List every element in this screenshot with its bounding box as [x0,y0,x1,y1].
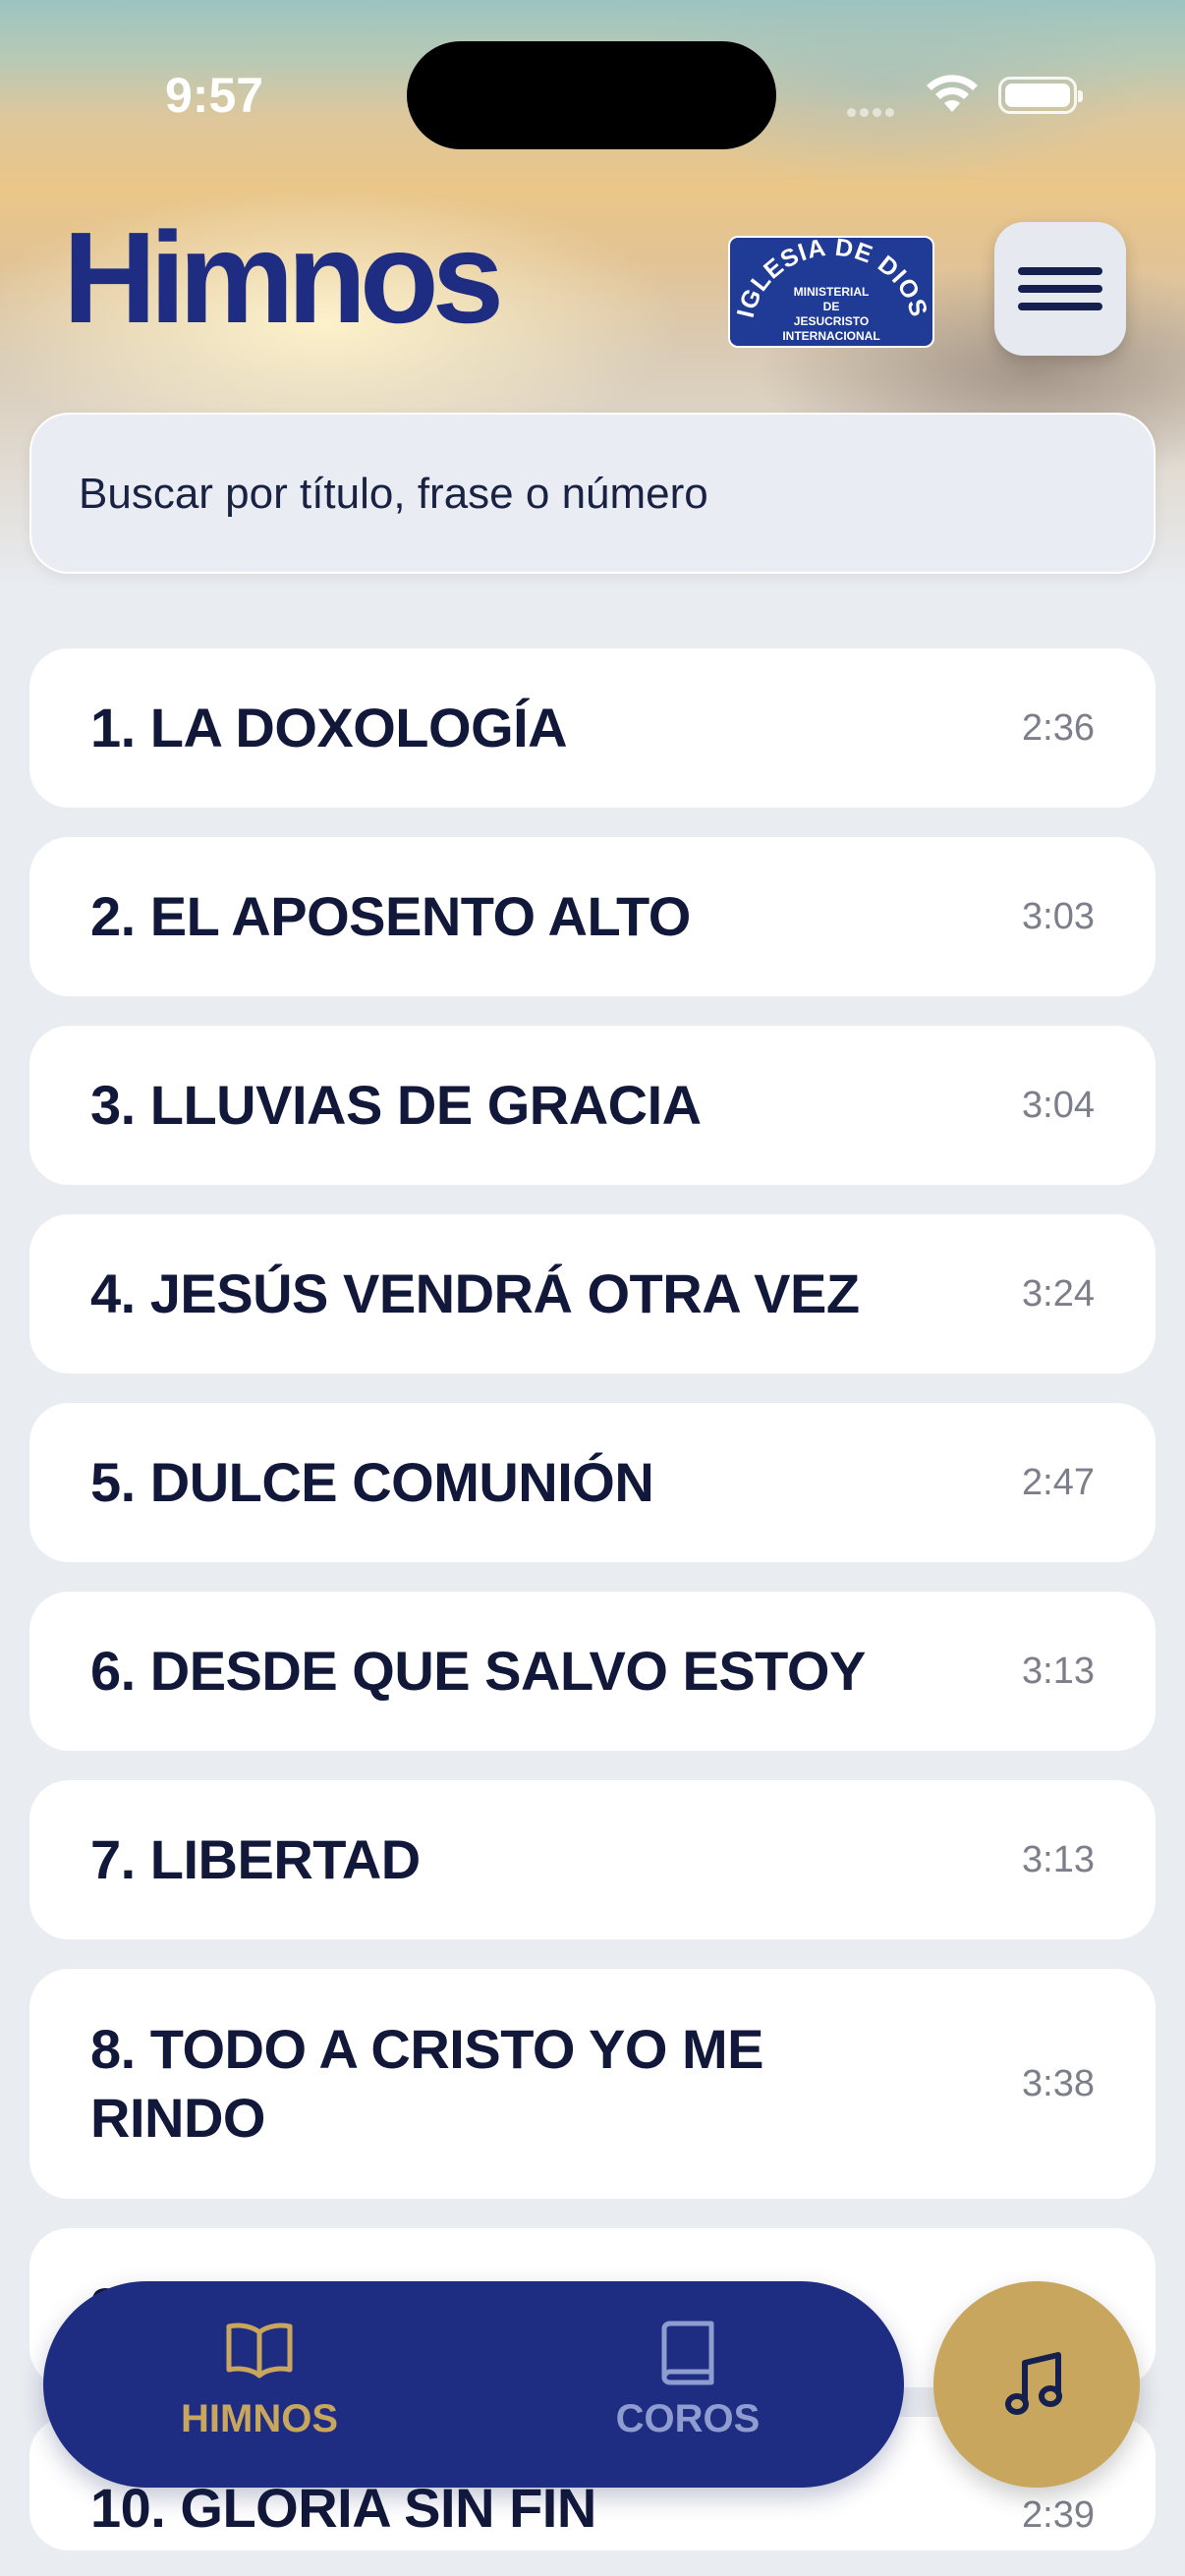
church-logo: IGLESIA DE DIOS MINISTERIAL DE JESUCRIST… [728,236,934,348]
music-note-icon [1005,2352,1062,2415]
search-input[interactable]: Buscar por título, frase o número [29,413,1156,574]
search-placeholder: Buscar por título, frase o número [79,470,708,518]
tab-coros[interactable]: COROS [540,2281,835,2488]
hymn-duration: 2:47 [1022,1461,1095,1503]
church-logo-line: MINISTERIAL [793,285,870,299]
closed-book-icon [661,2321,714,2385]
bottom-tab-bar: HIMNOS COROS [43,2281,904,2488]
hymn-duration: 3:38 [1022,2062,1095,2104]
hymn-title: 6. DESDE QUE SALVO ESTOY [90,1640,866,1702]
hymn-list-item[interactable]: 6. DESDE QUE SALVO ESTOY 3:13 [29,1592,1156,1751]
hymn-list-item[interactable]: 2. EL APOSENTO ALTO 3:03 [29,837,1156,996]
hymn-title: 5. DULCE COMUNIÓN [90,1451,654,1513]
hymn-list-item[interactable]: 5. DULCE COMUNIÓN 2:47 [29,1403,1156,1562]
hymn-duration: 3:13 [1022,1838,1095,1880]
cellular-signal-icon [847,104,902,117]
hymn-list-item[interactable]: 7. LIBERTAD 3:13 [29,1780,1156,1939]
church-logo-line: DE [822,300,840,313]
hymn-duration: 3:03 [1022,895,1095,937]
hymn-list-item[interactable]: 8. TODO A CRISTO YO ME RINDO 3:38 [29,1969,1156,2199]
open-book-icon [226,2323,293,2379]
dynamic-island [407,41,776,149]
hymn-title: 3. LLUVIAS DE GRACIA [90,1074,702,1136]
page-title: Himnos [63,205,504,350]
hymn-title: 1. LA DOXOLOGÍA [90,697,568,758]
hymn-title: 2. EL APOSENTO ALTO [90,885,691,947]
church-logo-line: JESUCRISTO [793,314,870,328]
tab-himnos-label: HIMNOS [181,2397,338,2440]
tab-himnos[interactable]: HIMNOS [112,2281,407,2488]
hymn-title: 7. LIBERTAD [90,1828,421,1890]
wifi-icon [927,75,978,112]
hymn-duration: 3:24 [1022,1272,1095,1315]
music-player-button[interactable] [933,2281,1140,2488]
hymn-duration: 2:36 [1022,706,1095,749]
church-logo-line: INTERNACIONAL [782,329,880,343]
hymn-duration: 3:04 [1022,1084,1095,1126]
battery-icon [998,77,1083,114]
hymn-list-item[interactable]: 3. LLUVIAS DE GRACIA 3:04 [29,1026,1156,1185]
hymn-list-item[interactable]: 4. JESÚS VENDRÁ OTRA VEZ 3:24 [29,1214,1156,1373]
hymn-title: 8. TODO A CRISTO YO ME RINDO [90,2018,763,2149]
menu-button[interactable] [994,222,1126,356]
hymn-title: 4. JESÚS VENDRÁ OTRA VEZ [90,1262,860,1324]
status-time: 9:57 [165,68,264,123]
hymn-list-item[interactable]: 1. LA DOXOLOGÍA 2:36 [29,648,1156,808]
tab-coros-label: COROS [615,2397,761,2440]
hymn-duration: 3:13 [1022,1650,1095,1692]
